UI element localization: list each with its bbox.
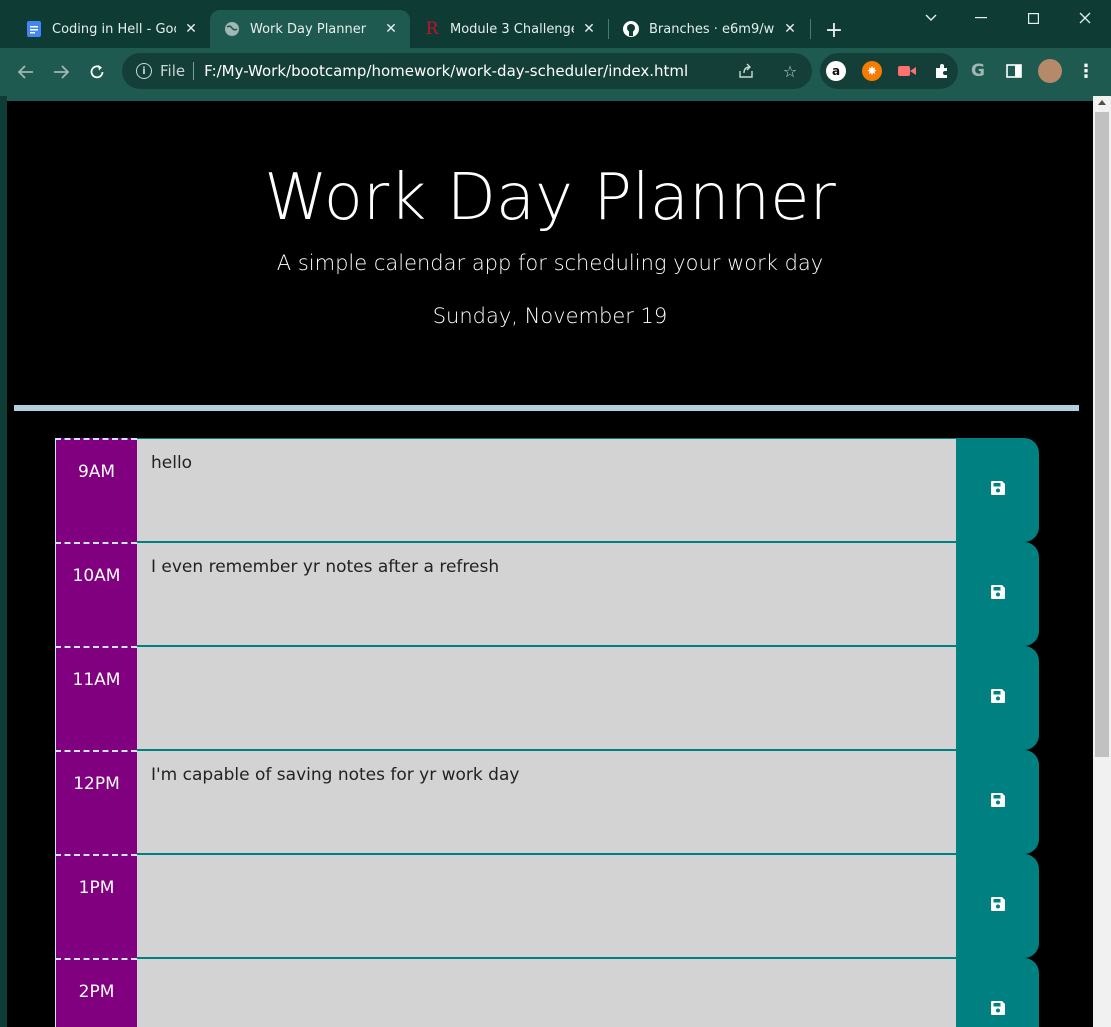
save-button[interactable] <box>957 750 1039 854</box>
save-button[interactable] <box>957 438 1039 542</box>
close-icon[interactable]: ✕ <box>182 20 200 38</box>
tab-strip: Coding in Hell - Goo ✕ Work Day Planner … <box>0 0 1111 48</box>
time-block-row: 1PM <box>55 854 1039 958</box>
info-icon[interactable]: i <box>136 63 152 79</box>
vertical-scrollbar[interactable] <box>1093 96 1111 1027</box>
page-title: Work Day Planner <box>264 161 836 235</box>
save-disk-icon <box>990 792 1006 812</box>
window-close-icon[interactable] <box>1068 6 1102 30</box>
google-icon[interactable]: G <box>968 61 988 81</box>
scroll-up-arrow-icon[interactable] <box>1098 100 1106 105</box>
page-viewport: Work Day Planner A simple calendar app f… <box>7 96 1093 1027</box>
share-icon[interactable] <box>736 61 756 81</box>
tab-label: Module 3 Challenge <box>450 21 574 37</box>
extension-orange-icon[interactable]: ✸ <box>862 61 882 81</box>
header-jumbotron: Work Day Planner A simple calendar app f… <box>7 101 1093 411</box>
url-separator <box>193 62 195 80</box>
note-textarea[interactable] <box>137 958 957 1027</box>
time-block-row: 2PM <box>55 958 1039 1027</box>
tab-coding-in-hell[interactable]: Coding in Hell - Goo ✕ <box>12 10 210 48</box>
close-icon[interactable]: ✕ <box>580 20 598 38</box>
time-block-row: 11AM <box>55 646 1039 750</box>
url-text[interactable]: F:/My-Work/bootcamp/homework/work-day-sc… <box>204 62 688 80</box>
tab-search-icon[interactable] <box>914 6 948 30</box>
hour-label: 12PM <box>55 750 137 854</box>
hour-label: 10AM <box>55 542 137 646</box>
save-disk-icon <box>990 1000 1006 1020</box>
tab-module-3-challenge[interactable]: R Module 3 Challenge ✕ <box>410 10 608 48</box>
tab-label: Branches · e6m9/wor <box>649 21 775 37</box>
close-icon[interactable]: ✕ <box>781 20 799 38</box>
hour-label: 2PM <box>55 958 137 1027</box>
amazon-icon[interactable]: a <box>826 61 846 81</box>
new-tab-button[interactable]: + <box>822 18 846 43</box>
save-button[interactable] <box>957 958 1039 1027</box>
save-disk-icon <box>990 896 1006 916</box>
time-block-row: 12PM I'm capable of saving notes for yr … <box>55 750 1039 854</box>
video-record-icon[interactable] <box>897 61 917 81</box>
time-block-row: 9AM hello <box>55 438 1039 542</box>
save-disk-icon <box>990 480 1006 500</box>
google-docs-icon <box>26 21 42 37</box>
tab-label: Work Day Planner <box>250 21 367 37</box>
forward-icon[interactable] <box>47 58 75 86</box>
hour-label: 1PM <box>55 854 137 958</box>
browser-toolbar: i File F:/My-Work/bootcamp/homework/work… <box>0 48 1111 96</box>
tab-label: Coding in Hell - Goo <box>52 21 176 37</box>
save-disk-icon <box>990 584 1006 604</box>
browser-window: Coding in Hell - Goo ✕ Work Day Planner … <box>0 0 1111 1027</box>
bookmark-star-icon[interactable]: ☆ <box>780 61 800 81</box>
tab-work-day-planner[interactable]: Work Day Planner ✕ <box>210 10 410 48</box>
note-textarea[interactable]: I even remember yr notes after a refresh <box>137 542 957 646</box>
hour-label: 9AM <box>55 438 137 542</box>
address-bar[interactable]: i File F:/My-Work/bootcamp/homework/work… <box>122 53 812 89</box>
header-divider <box>14 405 1079 411</box>
note-textarea[interactable] <box>137 646 957 750</box>
note-textarea[interactable]: hello <box>137 438 957 542</box>
profile-avatar[interactable] <box>1038 59 1062 83</box>
more-menu-icon[interactable]: ⋮ <box>1076 61 1096 82</box>
close-icon[interactable]: ✕ <box>382 20 400 38</box>
current-day: Sunday, November 19 <box>432 304 668 328</box>
scrollbar-thumb[interactable] <box>1095 112 1109 757</box>
save-button[interactable] <box>957 854 1039 958</box>
note-textarea[interactable] <box>137 854 957 958</box>
back-icon[interactable] <box>12 58 40 86</box>
tab-separator <box>810 19 811 39</box>
globe-icon <box>224 21 240 37</box>
time-block-row: 10AM I even remember yr notes after a re… <box>55 542 1039 646</box>
hour-label: 11AM <box>55 646 137 750</box>
side-panel-icon[interactable] <box>1004 61 1024 81</box>
page-subtitle: A simple calendar app for scheduling you… <box>276 251 824 275</box>
github-icon <box>623 21 639 37</box>
url-scheme: File <box>160 62 186 80</box>
planner-container: 9AM hello 10AM I even remember yr notes … <box>55 438 1039 1027</box>
puzzle-extensions-icon[interactable] <box>932 61 952 81</box>
minimize-icon[interactable] <box>964 6 998 30</box>
tab-branches[interactable]: Branches · e6m9/wor ✕ <box>609 10 809 48</box>
save-disk-icon <box>990 688 1006 708</box>
rutgers-icon: R <box>425 19 439 39</box>
reload-icon[interactable] <box>83 58 111 86</box>
extensions-pill: a ✸ <box>820 53 958 89</box>
save-button[interactable] <box>957 646 1039 750</box>
note-textarea[interactable]: I'm capable of saving notes for yr work … <box>137 750 957 854</box>
save-button[interactable] <box>957 542 1039 646</box>
maximize-icon[interactable] <box>1016 6 1050 30</box>
